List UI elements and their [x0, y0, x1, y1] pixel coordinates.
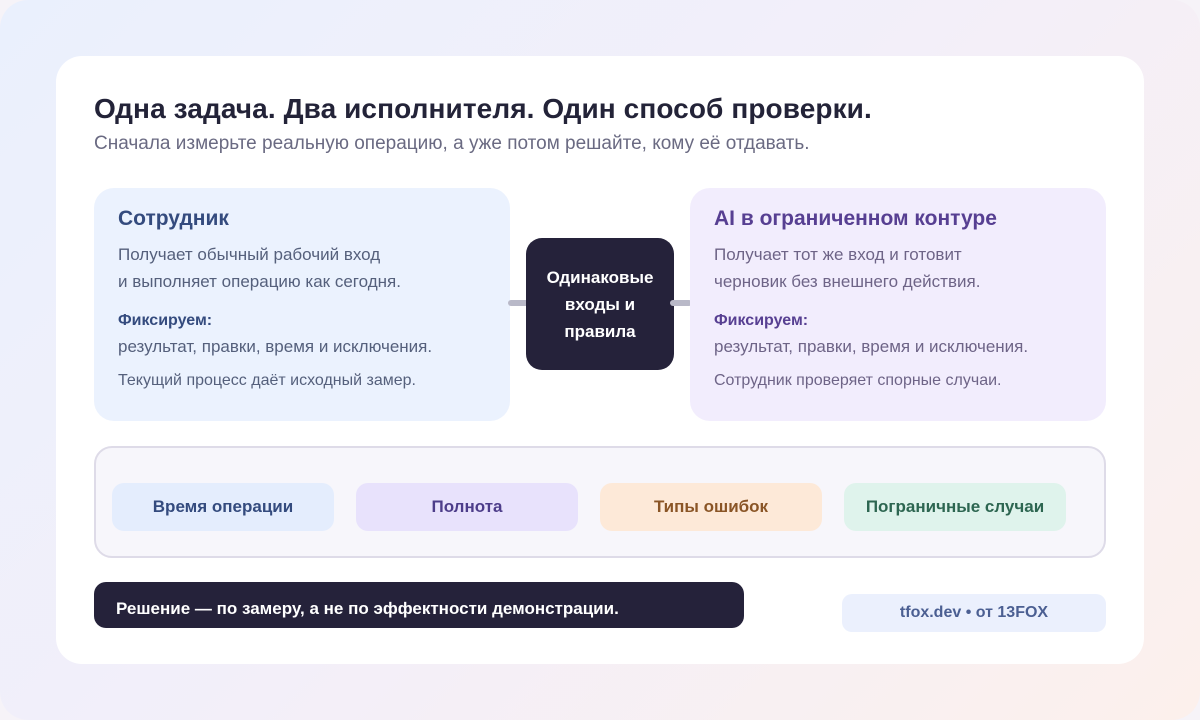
main-card: Одна задача. Два исполнителя. Один спосо…: [56, 56, 1144, 664]
ai-desc-line-2: черновик без внешнего действия.: [714, 272, 981, 291]
metric-chip-error-types: Типы ошибок: [600, 483, 822, 531]
page-subtitle: Сначала измерьте реальную операцию, а уж…: [94, 133, 810, 154]
employee-panel-description: Получает обычный рабочий вход и выполняе…: [118, 241, 486, 295]
metrics-container: Время операции Полнота Типы ошибок Погра…: [94, 446, 1106, 558]
page-title: Одна задача. Два исполнителя. Один спосо…: [94, 93, 872, 124]
metric-chip-edge-cases: Пограничные случаи: [844, 483, 1066, 531]
metric-chip-completeness: Полнота: [356, 483, 578, 531]
right-connector: [670, 300, 692, 306]
employee-panel-note: Текущий процесс даёт исходный замер.: [118, 372, 416, 389]
ai-panel-note: Сотрудник проверяет спорные случаи.: [714, 372, 1002, 389]
ai-panel: AI в ограниченном контуре Получает тот ж…: [690, 188, 1106, 421]
employee-track-value: результат, правки, время и исключения.: [118, 337, 433, 356]
footer-tag: tfox.dev • от 13FOX: [842, 594, 1106, 632]
employee-track-label: Фиксируем:: [118, 312, 213, 329]
employee-panel: Сотрудник Получает обычный рабочий вход …: [94, 188, 510, 421]
decision-banner: Решение — по замеру, а не по эффектности…: [94, 582, 744, 628]
ai-track-label: Фиксируем:: [714, 312, 809, 329]
shared-conditions-line-1: Одинаковые: [546, 267, 654, 287]
ai-panel-description: Получает тот же вход и готовит черновик …: [714, 241, 1082, 295]
page-background: Одна задача. Два исполнителя. Один спосо…: [0, 0, 1200, 720]
shared-conditions-line-3: правила: [564, 321, 636, 341]
employee-panel-title: Сотрудник: [118, 207, 229, 230]
shared-conditions-line-2: входы и: [564, 294, 636, 314]
metric-chip-time: Время операции: [112, 483, 334, 531]
ai-panel-title: AI в ограниченном контуре: [714, 207, 997, 230]
employee-desc-line-1: Получает обычный рабочий вход: [118, 245, 381, 264]
employee-desc-line-2: и выполняет операцию как сегодня.: [118, 272, 401, 291]
shared-conditions-box: Одинаковые входы и правила: [526, 238, 674, 370]
ai-track-value: результат, правки, время и исключения.: [714, 337, 1029, 356]
ai-desc-line-1: Получает тот же вход и готовит: [714, 245, 962, 264]
